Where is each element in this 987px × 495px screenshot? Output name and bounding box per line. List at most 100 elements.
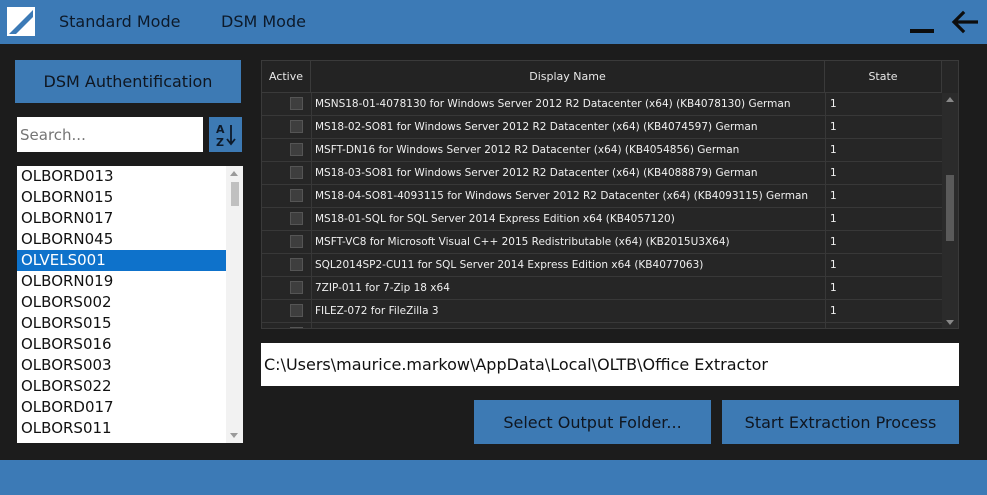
state-cell: 1 — [830, 305, 837, 317]
scroll-up-icon[interactable] — [946, 97, 954, 102]
active-checkbox[interactable] — [290, 258, 303, 271]
tab-standard-mode[interactable]: Standard Mode — [59, 12, 180, 31]
scroll-up-icon[interactable] — [230, 171, 238, 176]
svg-text:A: A — [216, 123, 225, 136]
active-checkbox[interactable] — [290, 327, 303, 328]
column-divider — [311, 323, 312, 328]
display-name-cell: MSNS18-01-4078130 for Windows Server 201… — [315, 98, 791, 110]
host-list-item[interactable]: OLBORS022 — [17, 376, 226, 397]
active-checkbox[interactable] — [290, 143, 303, 156]
host-list-scrollbar[interactable] — [226, 166, 243, 443]
active-checkbox[interactable] — [290, 304, 303, 317]
scroll-down-icon[interactable] — [230, 433, 238, 438]
state-cell: 1 — [830, 259, 837, 271]
updates-table: Active Display Name State MSNS18-01-4078… — [261, 60, 959, 329]
scroll-thumb[interactable] — [231, 182, 239, 206]
state-cell: 1 — [830, 144, 837, 156]
table-row[interactable]: 7ZIP-011 for 7-Zip 18 x64 1 — [262, 277, 942, 300]
dsm-authentication-button[interactable]: DSM Authentification — [15, 60, 241, 103]
column-divider — [825, 231, 826, 254]
column-divider — [825, 323, 826, 328]
host-list-item[interactable]: OLBORN017 — [17, 208, 226, 229]
host-list-item[interactable]: OLBORS003 — [17, 355, 226, 376]
host-list-item[interactable]: OLVELS001 — [17, 250, 226, 271]
svg-text:Z: Z — [216, 136, 224, 149]
host-list-items: OLBORD013 OLBORN015 OLBORN017 OLBORN045 OLVE… — [17, 166, 243, 439]
state-cell: 1 — [830, 213, 837, 225]
tab-dsm-mode[interactable]: DSM Mode — [221, 12, 306, 31]
active-checkbox[interactable] — [290, 120, 303, 133]
active-checkbox[interactable] — [290, 189, 303, 202]
table-header: Active Display Name State — [262, 61, 942, 93]
host-list-item[interactable]: OLBORS002 — [17, 292, 226, 313]
host-list-item[interactable]: OLBORS016 — [17, 334, 226, 355]
select-output-folder-button[interactable]: Select Output Folder... — [474, 400, 711, 444]
column-header-display-name[interactable]: Display Name — [311, 61, 825, 93]
host-list-item[interactable]: OLBORN015 — [17, 187, 226, 208]
top-bar: Standard Mode DSM Mode — [0, 0, 987, 44]
host-list-item[interactable]: OLBORS011 — [17, 418, 226, 439]
column-header-state[interactable]: State — [825, 61, 942, 93]
host-list-item[interactable]: OLBORN045 — [17, 229, 226, 250]
table-row[interactable]: MSNS18-01-4078130 for Windows Server 201… — [262, 93, 942, 116]
state-cell: 1 — [830, 121, 837, 133]
table-row[interactable]: MSFT-VC8 for Microsoft Visual C++ 2015 R… — [262, 231, 942, 254]
column-divider — [311, 139, 312, 162]
active-checkbox[interactable] — [290, 97, 303, 110]
display-name-cell: SQL2014SP2-CU11 for SQL Server 2014 Expr… — [315, 259, 704, 271]
column-divider — [825, 254, 826, 277]
table-row[interactable]: MS18-05-SONET-4099639 for Windows Server… — [262, 323, 942, 328]
scroll-down-icon[interactable] — [946, 320, 954, 325]
table-row[interactable]: MS18-02-SO81 for Windows Server 2012 R2 … — [262, 116, 942, 139]
table-row[interactable]: MS18-01-SQL for SQL Server 2014 Express … — [262, 208, 942, 231]
active-checkbox[interactable] — [290, 212, 303, 225]
column-divider — [825, 185, 826, 208]
state-cell: 1 — [830, 323, 837, 328]
column-divider — [311, 254, 312, 277]
table-row[interactable]: MS18-03-SO81 for Windows Server 2012 R2 … — [262, 162, 942, 185]
table-row[interactable]: FILEZ-072 for FileZilla 3 1 — [262, 300, 942, 323]
search-input[interactable] — [17, 117, 203, 152]
host-list[interactable]: OLBORD013 OLBORN015 OLBORN017 OLBORN045 OLVE… — [17, 166, 243, 443]
table-row[interactable]: MSFT-DN16 for Windows Server 2012 R2 Dat… — [262, 139, 942, 162]
column-divider — [825, 277, 826, 300]
display-name-cell: 7ZIP-011 for 7-Zip 18 x64 — [315, 282, 450, 294]
table-row[interactable]: MS18-04-SO81-4093115 for Windows Server … — [262, 185, 942, 208]
column-divider — [825, 300, 826, 323]
column-divider — [825, 116, 826, 139]
display-name-cell: FILEZ-072 for FileZilla 3 — [315, 305, 439, 317]
display-name-cell: MS18-05-SONET-4099639 for Windows Server… — [315, 323, 815, 328]
column-divider — [311, 277, 312, 300]
state-cell: 1 — [830, 98, 837, 110]
column-divider — [825, 139, 826, 162]
column-divider — [825, 93, 826, 116]
display-name-cell: MS18-01-SQL for SQL Server 2014 Express … — [315, 213, 675, 225]
back-arrow-icon[interactable] — [950, 10, 978, 34]
sort-button[interactable]: A Z — [209, 117, 242, 152]
column-header-active[interactable]: Active — [262, 61, 311, 93]
column-divider — [825, 208, 826, 231]
minimize-icon[interactable] — [910, 29, 934, 33]
display-name-cell: MSFT-VC8 for Microsoft Visual C++ 2015 R… — [315, 236, 730, 248]
output-path-field[interactable]: C:\Users\maurice.markow\AppData\Local\OL… — [261, 343, 959, 386]
table-row[interactable]: SQL2014SP2-CU11 for SQL Server 2014 Expr… — [262, 254, 942, 277]
table-body: MSNS18-01-4078130 for Windows Server 201… — [262, 93, 942, 328]
active-checkbox[interactable] — [290, 235, 303, 248]
host-list-item[interactable]: OLBORN019 — [17, 271, 226, 292]
host-list-item[interactable]: OLBORD017 — [17, 397, 226, 418]
start-extraction-button[interactable]: Start Extraction Process — [722, 400, 959, 444]
active-checkbox[interactable] — [290, 281, 303, 294]
column-divider — [311, 300, 312, 323]
sort-az-icon: A Z — [216, 123, 236, 149]
host-list-item[interactable]: OLBORS015 — [17, 313, 226, 334]
column-divider — [311, 208, 312, 231]
diagonal-stripe-logo-icon[interactable] — [7, 7, 35, 36]
active-checkbox[interactable] — [290, 166, 303, 179]
host-list-item[interactable]: OLBORD013 — [17, 166, 226, 187]
display-name-cell: MSFT-DN16 for Windows Server 2012 R2 Dat… — [315, 144, 740, 156]
column-divider — [311, 93, 312, 116]
table-scrollbar[interactable] — [942, 93, 958, 328]
scroll-thumb[interactable] — [946, 175, 954, 241]
display-name-cell: MS18-03-SO81 for Windows Server 2012 R2 … — [315, 167, 758, 179]
column-divider — [311, 162, 312, 185]
